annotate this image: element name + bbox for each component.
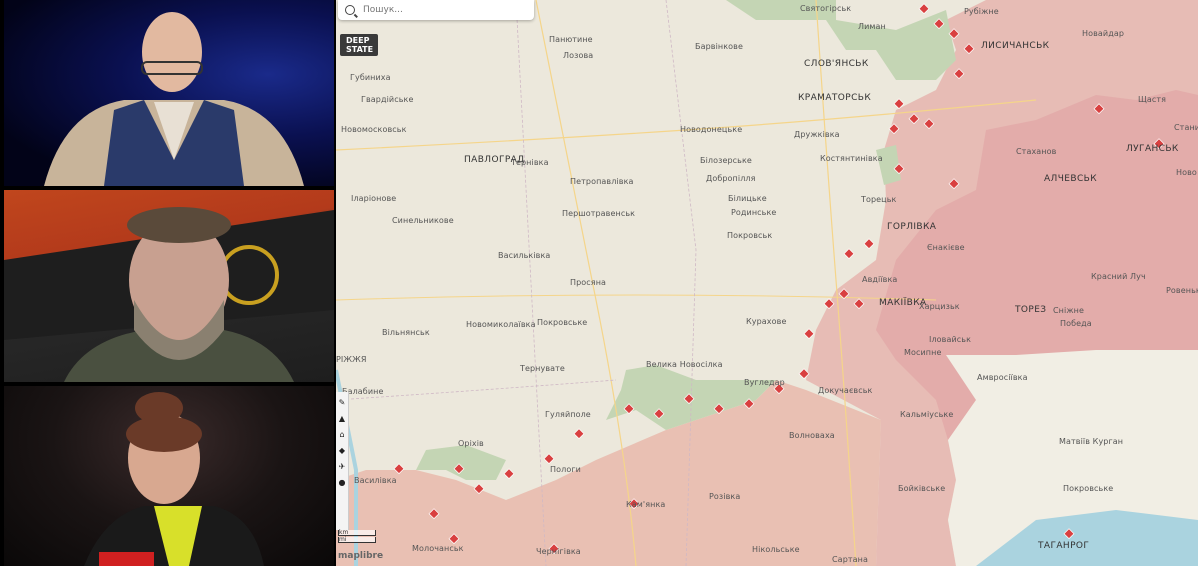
map-label: Розівка xyxy=(709,492,741,501)
guest-silhouette xyxy=(4,207,334,382)
search-icon xyxy=(345,5,355,15)
map-label: Новодонецьке xyxy=(680,125,743,134)
map-label: Матвіїв Курган xyxy=(1059,437,1124,446)
map-label: Рубіжне xyxy=(964,7,999,16)
map-label: Губиниха xyxy=(350,73,391,82)
map-label: ЛУГАНСЬК xyxy=(1126,144,1179,154)
host-silhouette xyxy=(44,12,304,186)
map-label: Щастя xyxy=(1138,95,1167,104)
map-label: ТАГАНРОГ xyxy=(1038,541,1090,551)
map-label: Станиц xyxy=(1174,123,1198,132)
map-tool-icon[interactable]: ◆ xyxy=(337,446,347,456)
map-label: Новомосковськ xyxy=(341,125,407,134)
video-panel xyxy=(0,0,336,566)
map-label: Гвардійське xyxy=(361,95,414,104)
map-label: Победа xyxy=(1060,319,1092,328)
map-label: КРАМАТОРСЬК xyxy=(798,93,872,103)
map-label: Волноваха xyxy=(789,431,835,440)
map-label: Дружківка xyxy=(794,130,840,139)
map-label: Стаханов xyxy=(1016,147,1057,156)
map-label: Пологи xyxy=(550,465,581,474)
map-label: Ново xyxy=(1176,168,1197,177)
map-label: Новомиколаївка xyxy=(466,320,536,329)
map-scale: km mi xyxy=(338,530,376,544)
guest-2-silhouette xyxy=(84,392,264,566)
map-label: Синельникове xyxy=(392,216,454,225)
video-feed-guest xyxy=(4,190,334,382)
map-label: Курахове xyxy=(746,317,787,326)
map-label: Тернувате xyxy=(520,364,565,373)
logo-line-1: DEEP xyxy=(346,36,370,45)
map-label: Просяна xyxy=(570,278,607,287)
search-input[interactable] xyxy=(361,4,525,16)
map-label: Святогірськ xyxy=(800,4,852,13)
map-label: Васильківка xyxy=(498,251,551,260)
map-label: СЛОВ'ЯНСЬК xyxy=(804,59,869,69)
map-label: Торецьк xyxy=(861,195,897,204)
map-label: Костянтинівка xyxy=(820,154,883,163)
map-label: Покровське xyxy=(537,318,588,327)
video-feed-host xyxy=(4,0,334,186)
map-label: Чернігівка xyxy=(536,547,581,556)
map-label: Білозерське xyxy=(700,156,752,165)
search-box[interactable] xyxy=(338,0,534,20)
map-label: Білицьке xyxy=(728,194,767,203)
map-label: Єнакієве xyxy=(927,243,965,252)
map-toolbar: ✎ ▲ ⌂ ◆ ✈ ● xyxy=(336,392,349,530)
map-label: РІЖЖЯ xyxy=(336,355,367,364)
map-label: Красний Луч xyxy=(1091,272,1146,281)
map-label: Родинське xyxy=(731,208,777,217)
map-label: Велика Новосілка xyxy=(646,360,723,369)
map-label: Мосипне xyxy=(904,348,942,357)
map-label: Покровське xyxy=(1063,484,1114,493)
map-label: Нікольське xyxy=(752,545,800,554)
map-tool-icon[interactable]: ✎ xyxy=(337,398,347,408)
map-label: Сніжне xyxy=(1053,306,1084,315)
map-label: Харцизьк xyxy=(919,302,960,311)
map-label: Сартана xyxy=(832,555,868,564)
map-label: Ровеньки xyxy=(1166,286,1198,295)
map-label: Бойківське xyxy=(898,484,946,493)
map-label: Докучаєвськ xyxy=(818,386,873,395)
map-label: Василівка xyxy=(354,476,397,485)
map-label: Іловайськ xyxy=(929,335,972,344)
map-label: Гуляйполе xyxy=(545,410,591,419)
map-label: Кам'янка xyxy=(626,500,666,509)
map-label: Петропавлівка xyxy=(570,177,634,186)
map-label: Іларіонове xyxy=(351,194,397,203)
map-label: Першотравенськ xyxy=(562,209,636,218)
map-label: Панютине xyxy=(549,35,593,44)
maplibre-attribution[interactable]: maplibre xyxy=(338,551,383,561)
logo-line-2: STATE xyxy=(346,45,374,54)
video-feed-guest-2 xyxy=(4,386,334,566)
map-label: Барвінкове xyxy=(695,42,743,51)
scale-mi: mi xyxy=(338,537,376,543)
map-canvas[interactable] xyxy=(336,0,1198,566)
deepstate-logo: DEEP STATE xyxy=(340,34,378,56)
map-tool-icon[interactable]: ● xyxy=(337,478,347,488)
map-tool-icon[interactable]: ▲ xyxy=(337,414,347,424)
map-tool-icon[interactable]: ✈ xyxy=(337,462,347,472)
map-label: Лиман xyxy=(858,22,886,31)
map-label: Кальміуське xyxy=(900,410,954,419)
map-label: Молочанськ xyxy=(412,544,464,553)
map-label: Тернівка xyxy=(511,158,549,167)
map-view[interactable]: Святогірськ Лиман Рубіжне ЛИСИЧАНСЬК Нов… xyxy=(336,0,1198,566)
map-label: Вугледар xyxy=(744,378,785,387)
map-label: ГОРЛІВКА xyxy=(887,222,937,232)
map-label: Оріхів xyxy=(458,439,484,448)
map-label: ТОРЕЗ xyxy=(1015,305,1047,315)
map-label: Новайдар xyxy=(1082,29,1125,38)
map-label: Добропілля xyxy=(706,174,756,183)
map-label: Авдіївка xyxy=(862,275,898,284)
map-label: Амвросіївка xyxy=(977,373,1028,382)
map-tool-icon[interactable]: ⌂ xyxy=(337,430,347,440)
map-label: ЛИСИЧАНСЬК xyxy=(981,41,1050,51)
map-label: Лозова xyxy=(563,51,594,60)
map-label: АЛЧЕВСЬК xyxy=(1044,174,1098,184)
map-label: Вільнянськ xyxy=(382,328,430,337)
map-label: Покровськ xyxy=(727,231,773,240)
